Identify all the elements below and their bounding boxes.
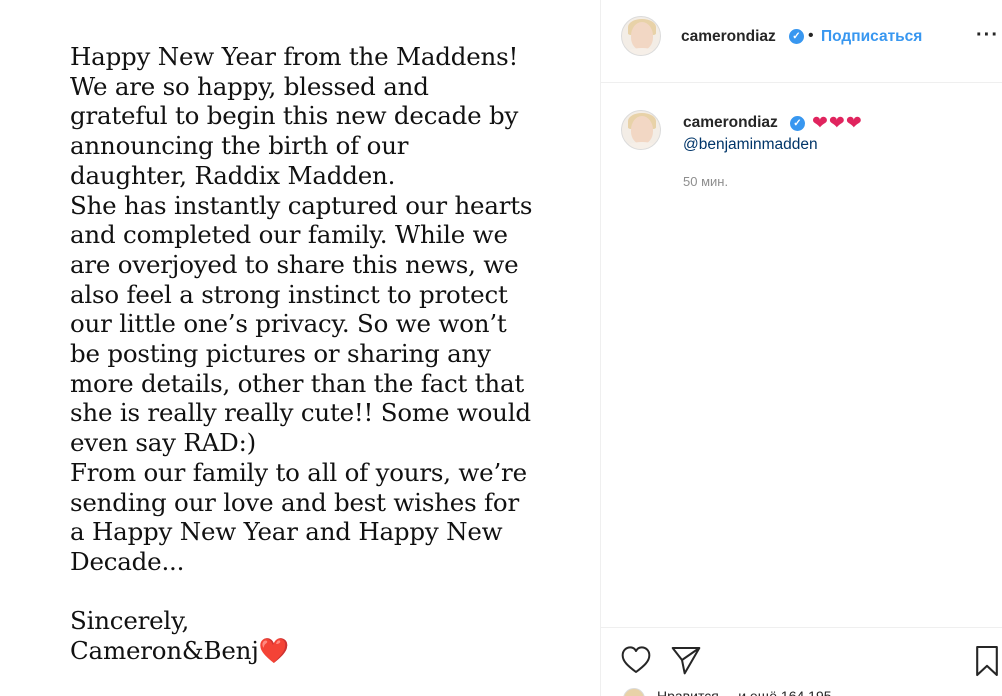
avatar-shoulders <box>625 142 659 149</box>
note-line: and completed our family. While we <box>70 220 508 250</box>
separator-dot: • <box>808 27 814 44</box>
avatar-face <box>631 116 653 144</box>
note-line: grateful to begin this new decade by <box>70 101 519 131</box>
note-line: Decade... <box>70 546 185 576</box>
action-bar: Нравится ... и ещё 164 195 <box>601 627 1002 696</box>
post-timestamp[interactable]: 50 мин. <box>683 174 728 189</box>
heart-icon: ❤️ <box>258 636 290 666</box>
note-line: she is really really cute!! Some would <box>70 398 531 428</box>
note-line: be posting pictures or sharing any <box>70 339 491 369</box>
note-line: We are so happy, blessed and <box>70 71 429 101</box>
note-line: From our family to all of yours, we’re <box>70 457 527 487</box>
mention-link[interactable]: @benjaminmadden <box>683 136 818 154</box>
note-line: She has instantly captured our hearts <box>70 190 533 220</box>
caption-avatar[interactable] <box>621 110 661 150</box>
note-signature: Cameron&Benj❤️ <box>70 636 570 666</box>
caption-username[interactable]: camerondiaz <box>683 114 778 132</box>
author-avatar[interactable] <box>621 16 661 56</box>
heart-outline-icon[interactable] <box>619 644 653 676</box>
post-sidebar: camerondiaz ✓ • Подписаться ··· camerond… <box>600 0 1002 696</box>
note-line: a Happy New Year and Happy New <box>70 517 503 547</box>
note-line: even say RAD:) <box>70 428 257 458</box>
signature-text: Cameron&Benj <box>70 636 259 666</box>
likes-row: Нравится ... и ещё 164 195 <box>623 688 1002 696</box>
note-closing: Sincerely, <box>70 606 190 636</box>
note-line: our little one’s privacy. So we won’t <box>70 309 507 339</box>
liker-avatar[interactable] <box>623 688 645 696</box>
note-line: sending our love and best wishes for <box>70 487 519 517</box>
paper-plane-icon[interactable] <box>669 644 703 676</box>
verified-badge-icon: ✓ <box>790 116 805 131</box>
verified-badge-icon: ✓ <box>789 29 804 44</box>
post-image[interactable]: Happy New Year from the Maddens! We are … <box>0 0 600 696</box>
likes-count[interactable]: Нравится ... и ещё 164 195 <box>657 688 832 696</box>
author-username[interactable]: camerondiaz <box>681 28 776 46</box>
follow-button[interactable]: Подписаться <box>821 28 922 46</box>
post-header: camerondiaz ✓ • Подписаться ··· <box>601 0 1002 83</box>
note-text: Happy New Year from the Maddens! We are … <box>70 42 570 666</box>
note-line: daughter, Raddix Madden. <box>70 160 396 190</box>
hearts-emoji: ❤❤❤ <box>812 113 863 134</box>
avatar-shoulders <box>625 48 659 55</box>
note-gap <box>70 577 570 607</box>
note-line: Happy New Year from the Maddens! <box>70 42 519 71</box>
avatar-face <box>631 22 653 50</box>
note-line: also feel a strong instinct to protect <box>70 279 508 309</box>
note-line: announcing the birth of our <box>70 131 409 161</box>
more-options-icon[interactable]: ··· <box>976 24 999 47</box>
bookmark-icon[interactable] <box>973 644 1001 678</box>
note-line: more details, other than the fact that <box>70 368 525 398</box>
note-line: are overjoyed to share this news, we <box>70 249 519 279</box>
